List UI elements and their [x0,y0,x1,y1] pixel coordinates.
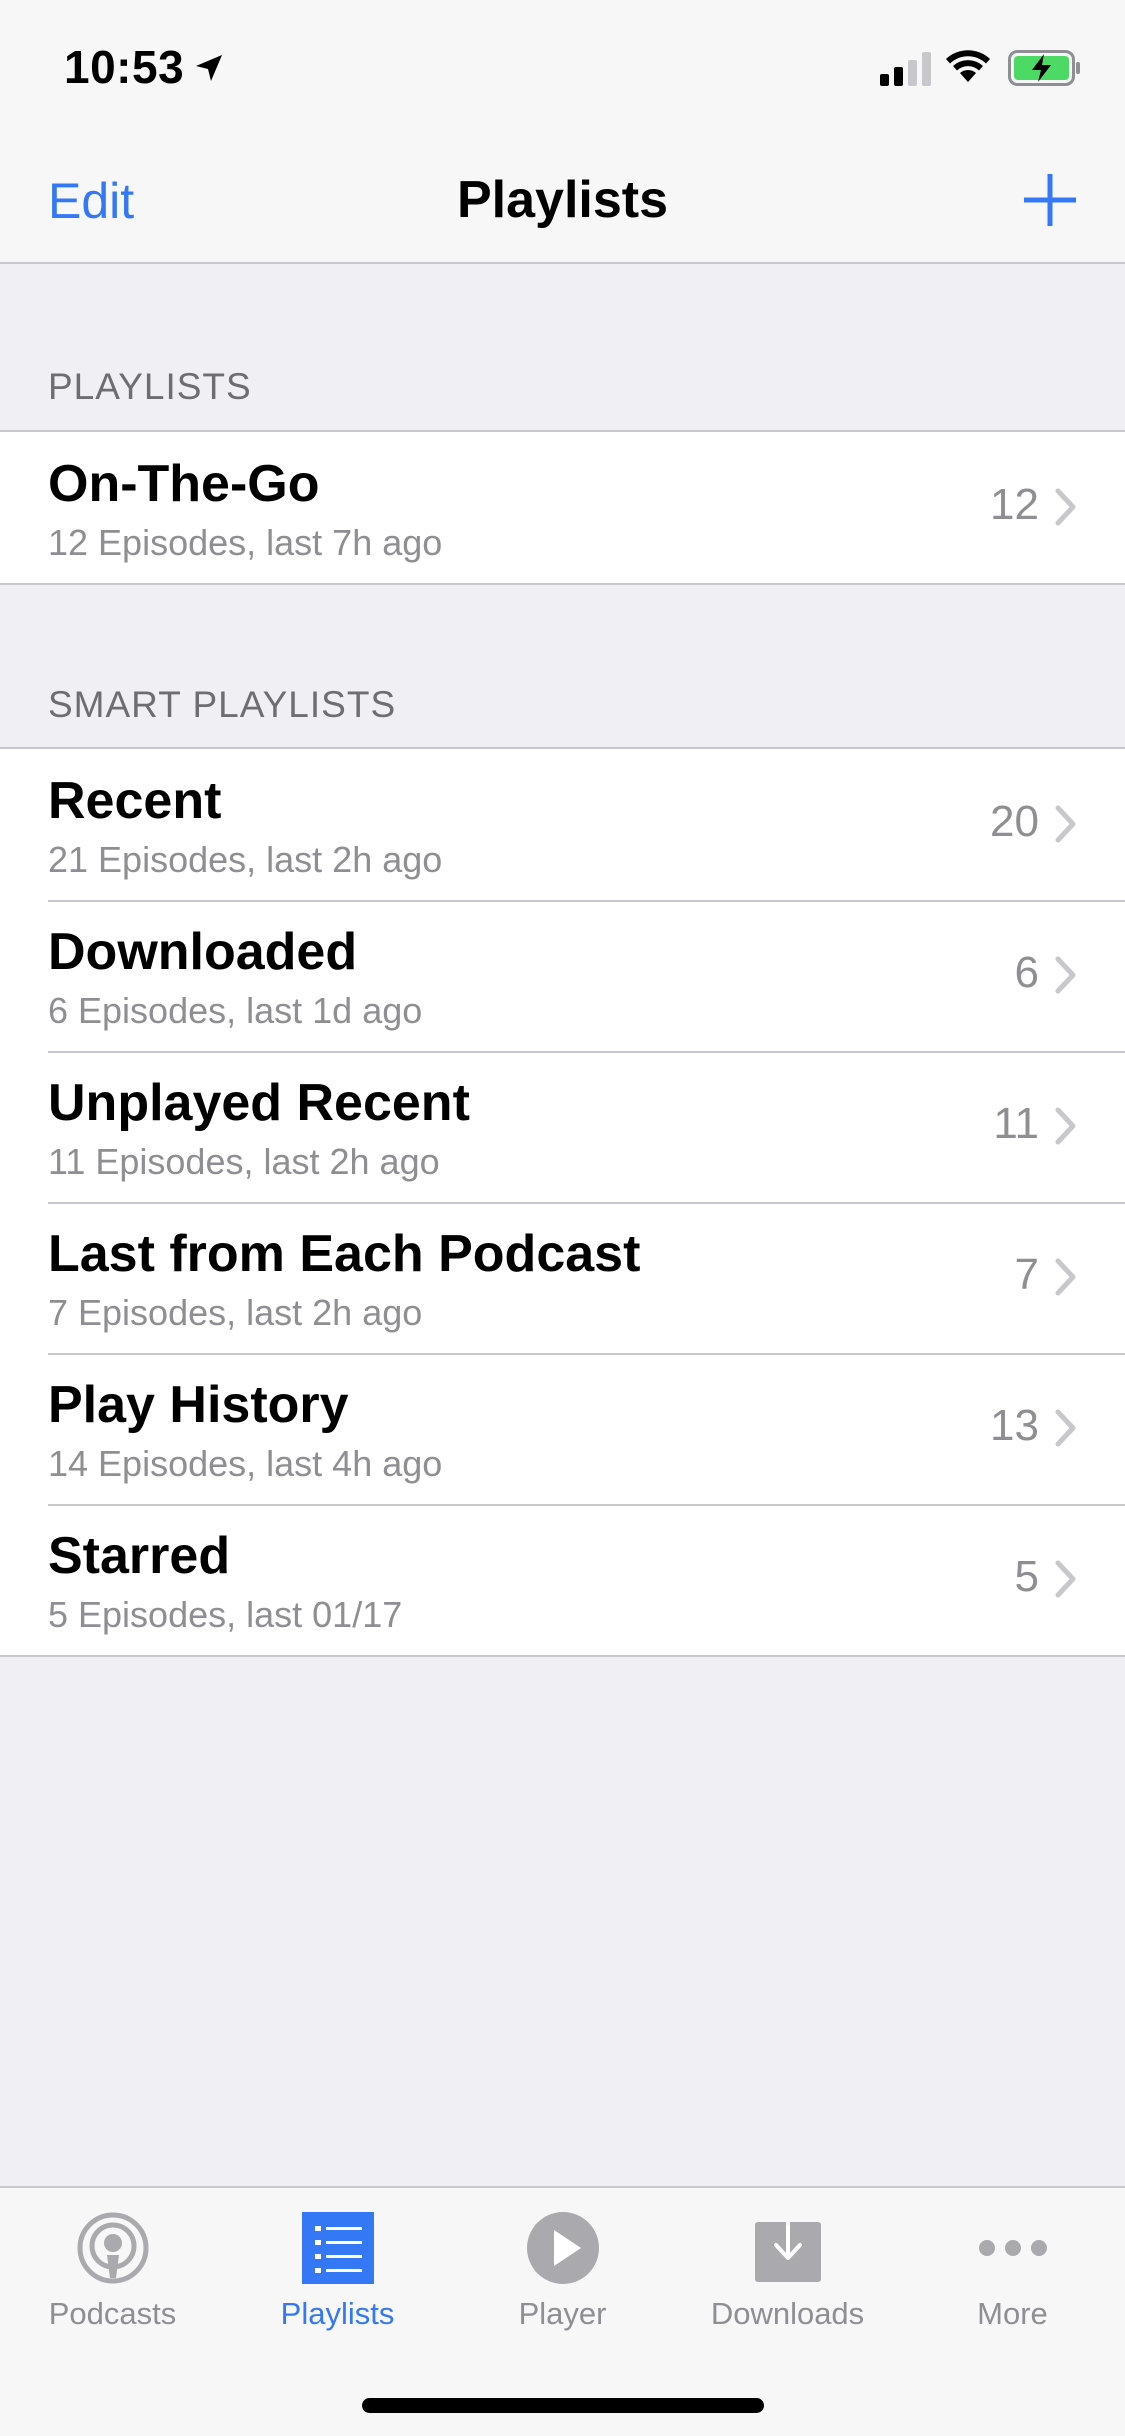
row-subtitle: 12 Episodes, last 7h ago [48,522,443,563]
tab-downloads[interactable]: Downloads [675,2188,900,2358]
page-title: Playlists [456,171,669,229]
tab-label: Player [518,2296,607,2331]
row-subtitle: 11 Episodes, last 2h ago [48,1141,440,1182]
cellular-signal-icon [880,52,931,86]
play-icon [527,2212,599,2284]
tab-podcasts[interactable]: Podcasts [0,2188,225,2358]
tab-label: Playlists [280,2296,395,2331]
chevron-right-icon [1055,956,1076,994]
playlist-row-last-from-each-podcast[interactable]: Last from Each Podcast 7 Episodes, last … [0,1202,1125,1353]
playlist-row-recent[interactable]: Recent 21 Episodes, last 2h ago 20 [0,749,1125,900]
podcasts-icon [77,2212,149,2284]
row-title: Downloaded [48,923,358,981]
chevron-right-icon [1055,488,1076,526]
tab-player[interactable]: Player [450,2188,675,2358]
more-icon [979,2240,1047,2256]
playlist-row-on-the-go[interactable]: On-The-Go 12 Episodes, last 7h ago 12 [0,432,1125,583]
row-title: Starred [48,1527,231,1585]
smart-playlists-group: Recent 21 Episodes, last 2h ago 20 Downl… [0,747,1125,1657]
row-count: 11 [993,1099,1039,1148]
row-subtitle: 21 Episodes, last 2h ago [48,839,443,880]
chevron-right-icon [1055,1409,1076,1447]
wifi-icon [946,50,990,82]
row-subtitle: 14 Episodes, last 4h ago [48,1443,443,1484]
row-subtitle: 7 Episodes, last 2h ago [48,1292,423,1333]
battery-charging-icon [1008,50,1080,86]
row-count: 6 [1014,948,1039,997]
screen: 10:53 Edit Playlists PLAYLISTS On-The-Go… [0,0,1125,2436]
row-count: 13 [990,1401,1039,1450]
chevron-right-icon [1055,1107,1076,1145]
tab-label: Downloads [710,2296,865,2331]
status-time: 10:53 [64,41,185,93]
playlist-row-unplayed-recent[interactable]: Unplayed Recent 11 Episodes, last 2h ago… [0,1051,1125,1202]
status-bar: 10:53 [0,0,1125,132]
row-title: Recent [48,772,222,830]
section-header-playlists: PLAYLISTS [48,366,252,407]
playlists-icon [302,2212,374,2284]
location-arrow-icon [196,55,222,81]
row-subtitle: 6 Episodes, last 1d ago [48,990,423,1031]
row-count: 20 [990,797,1039,846]
row-title: Last from Each Podcast [48,1225,641,1283]
row-count: 5 [1014,1552,1039,1601]
add-playlist-button[interactable] [1020,170,1080,230]
tab-label: More [977,2296,1048,2331]
row-title: Play History [48,1376,349,1434]
row-count: 7 [1014,1250,1039,1299]
navigation-bar: Edit Playlists [0,132,1125,264]
row-count: 12 [990,480,1039,529]
row-title: On-The-Go [48,455,320,513]
tab-label: Podcasts [48,2296,177,2331]
plus-icon [1024,174,1076,226]
playlists-group: On-The-Go 12 Episodes, last 7h ago 12 [0,430,1125,585]
playlist-row-play-history[interactable]: Play History 14 Episodes, last 4h ago 13 [0,1353,1125,1504]
row-subtitle: 5 Episodes, last 01/17 [48,1594,403,1635]
section-header-smart-playlists: SMART PLAYLISTS [48,684,397,725]
tab-more[interactable]: More [900,2188,1125,2358]
playlist-row-downloaded[interactable]: Downloaded 6 Episodes, last 1d ago 6 [0,900,1125,1051]
row-title: Unplayed Recent [48,1074,470,1132]
playlist-row-starred[interactable]: Starred 5 Episodes, last 01/17 5 [0,1504,1125,1655]
tab-playlists[interactable]: Playlists [225,2188,450,2358]
home-indicator[interactable] [362,2398,764,2413]
downloads-icon [755,2212,821,2282]
chevron-right-icon [1055,805,1076,843]
chevron-right-icon [1055,1560,1076,1598]
chevron-right-icon [1055,1258,1076,1296]
